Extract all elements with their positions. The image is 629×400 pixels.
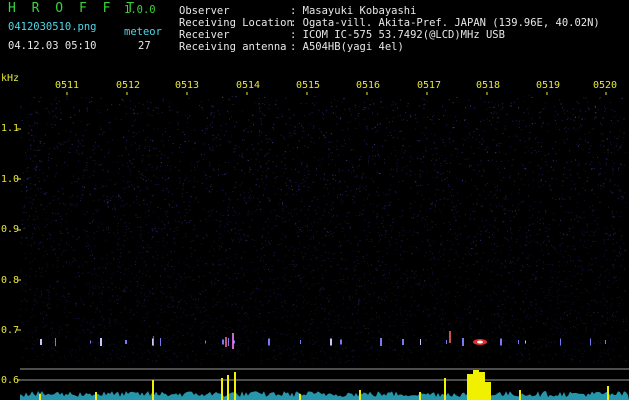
- signal-blip: [340, 339, 342, 345]
- info-label-antenna: Receiving antenna: [179, 41, 287, 53]
- y-tick-label: 0.9: [1, 224, 20, 235]
- info-label-observer: Observer: [179, 5, 230, 17]
- date-time: 04.12.03 05:10: [8, 40, 97, 52]
- y-axis-unit: kHz: [1, 73, 20, 84]
- meteor-peak: [519, 390, 521, 400]
- meteor-echo: [153, 336, 154, 346]
- signal-blip: [560, 338, 561, 346]
- meteor-echo: [449, 331, 451, 343]
- signal-blip: [420, 339, 421, 345]
- info-value-receiver: : ICOM IC-575 53.7492(@LCD)MHz USB: [290, 29, 505, 41]
- signal-blip: [518, 340, 519, 344]
- meteor-peak: [234, 372, 236, 400]
- signal-blip: [462, 338, 464, 346]
- signal-blip: [40, 339, 42, 345]
- signal-blip: [525, 340, 526, 344]
- signal-blip: [100, 338, 102, 346]
- info-value-antenna: : A504HB(yagi 4el): [290, 41, 404, 53]
- signal-blip: [380, 338, 382, 346]
- signal-blip: [125, 340, 127, 344]
- app-title: H R O F F T: [8, 1, 139, 16]
- y-tick-label: 0.8: [1, 275, 20, 286]
- signal-blip: [605, 340, 606, 344]
- meteor-peak: [359, 390, 361, 400]
- signal-blip: [500, 338, 502, 346]
- x-tick-label: 0512: [116, 80, 141, 91]
- app-version: 1.0.0: [124, 4, 156, 16]
- meteor-peak: [473, 370, 479, 400]
- meteor-peak: [467, 374, 473, 400]
- meteor-echo: [225, 337, 227, 347]
- meteor-peak: [607, 386, 609, 400]
- meteor-echo: [232, 333, 234, 349]
- info-label-location: Receiving Location: [179, 17, 293, 29]
- info-label-receiver: Receiver: [179, 29, 230, 41]
- meteor-echo-core: [477, 340, 483, 344]
- y-tick-label: 0.6: [1, 375, 20, 386]
- info-value-location: : Ogata-vill. Akita-Pref. JAPAN (139.96E…: [290, 17, 600, 29]
- signal-blip: [446, 340, 447, 344]
- x-tick-label: 0511: [55, 80, 80, 91]
- meteor-peak: [485, 382, 491, 400]
- info-value-observer: : Masayuki Kobayashi: [290, 5, 417, 17]
- y-tick-label: 1.1: [1, 123, 20, 134]
- meteor-count: 27: [138, 40, 151, 52]
- signal-blip: [402, 339, 404, 345]
- signal-blip: [55, 338, 56, 346]
- signal-blip: [90, 340, 91, 344]
- x-tick-label: 0517: [417, 80, 442, 91]
- x-tick-label: 0518: [476, 80, 501, 91]
- x-tick-label: 0515: [296, 80, 321, 91]
- noise-level-graph: [20, 391, 629, 400]
- meteor-peak: [479, 372, 485, 400]
- x-tick-label: 0519: [536, 80, 561, 91]
- signal-blip: [160, 338, 161, 346]
- signal-blip: [268, 338, 270, 346]
- meteor-peak: [227, 375, 229, 400]
- signal-blip: [205, 340, 206, 344]
- signal-blip: [228, 338, 229, 346]
- signal-blip: [222, 339, 224, 345]
- noise-field: [20, 95, 627, 364]
- meteor-label: meteor: [124, 26, 162, 38]
- meteor-peak: [95, 392, 97, 400]
- x-tick-label: 0514: [236, 80, 261, 91]
- y-tick-label: 0.7: [1, 325, 20, 336]
- meteor-peak: [39, 394, 41, 400]
- x-tick-label: 0513: [175, 80, 200, 91]
- spectrogram-plot: [17, 92, 629, 400]
- x-tick-label: 0520: [593, 80, 618, 91]
- meteor-peak: [299, 394, 301, 400]
- file-name: 0412030510.png: [8, 21, 97, 33]
- y-tick-label: 1.0: [1, 174, 20, 185]
- signal-blip: [590, 338, 591, 346]
- signal-blip: [300, 340, 301, 344]
- signal-band: [40, 338, 606, 346]
- meteor-peak: [419, 392, 421, 400]
- meteor-peak: [221, 378, 223, 400]
- meteor-peak: [444, 378, 446, 400]
- signal-blip: [330, 338, 332, 346]
- meteor-peak: [152, 380, 154, 400]
- x-tick-label: 0516: [356, 80, 381, 91]
